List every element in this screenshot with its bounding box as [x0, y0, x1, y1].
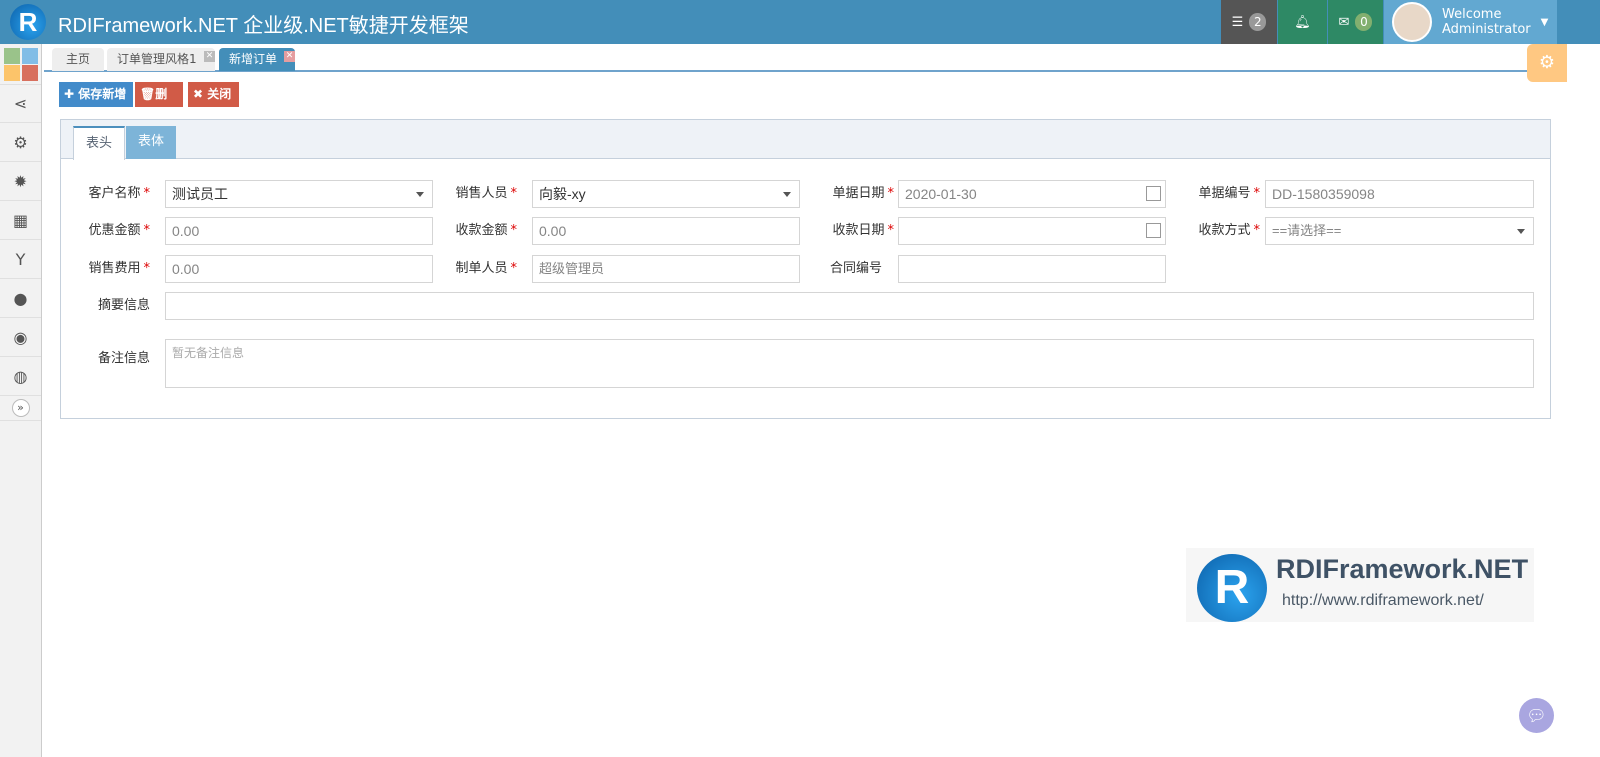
doc-date-input[interactable]: 2020-01-30: [898, 180, 1166, 208]
shortcut-orange[interactable]: [4, 65, 20, 81]
tasks-badge: 2: [1249, 13, 1267, 31]
top-navbar: R RDIFramework.NET 企业级.NET敏捷开发框架 ☰ 2 🔔︎ ✉…: [0, 0, 1600, 44]
customer-select[interactable]: 测试员工: [165, 180, 433, 208]
shortcut-green[interactable]: [4, 48, 20, 64]
filter-icon[interactable]: Y: [0, 240, 41, 279]
doc-no-label: 单据编号 *: [1198, 186, 1260, 201]
shortcut-blue[interactable]: [22, 48, 38, 64]
creator-label: 制单人员 *: [455, 261, 517, 276]
brand-logo: R: [10, 4, 46, 40]
close-button[interactable]: ✖ 关闭: [188, 82, 239, 107]
customer-label: 客户名称 *: [88, 186, 150, 201]
calendar-icon[interactable]: [1146, 186, 1161, 201]
close-icon[interactable]: ✕: [284, 51, 295, 62]
certificate-icon[interactable]: ✹: [0, 162, 41, 201]
shortcut-red[interactable]: [22, 65, 38, 81]
notifications-button[interactable]: 🔔︎: [1278, 0, 1327, 44]
doc-no-input[interactable]: DD-1580359098: [1265, 180, 1534, 208]
save-label: 保存新增: [78, 87, 127, 101]
tab-new-order[interactable]: 新增订单 ✕: [219, 48, 295, 71]
user-name: Administrator: [1442, 22, 1531, 37]
tab-body[interactable]: 表体: [126, 126, 177, 159]
pay-method-label: 收款方式 *: [1198, 223, 1260, 238]
cogs-icon[interactable]: ⚙: [0, 123, 41, 162]
eye-icon[interactable]: ◉: [0, 318, 41, 357]
save-new-button[interactable]: ✚ 保存新增: [59, 82, 133, 107]
tab-header[interactable]: 表头: [73, 126, 126, 160]
receive-date-label: 收款日期 *: [832, 223, 894, 238]
chevron-down-icon: [783, 192, 791, 197]
summary-input[interactable]: [165, 292, 1534, 320]
pay-method-select[interactable]: ==请选择==: [1265, 217, 1534, 245]
close-label: 关闭: [207, 87, 232, 101]
contract-no-input[interactable]: [898, 255, 1166, 283]
tab-order-style1[interactable]: 订单管理风格1 ✕: [107, 48, 215, 71]
summary-label: 摘要信息: [97, 298, 150, 313]
caret-down-icon: ▼: [1540, 16, 1549, 28]
chevron-down-icon: [1517, 229, 1525, 234]
discount-input[interactable]: 0.00: [165, 217, 433, 245]
salesperson-label: 销售人员 *: [455, 186, 517, 201]
avatar: [1392, 2, 1432, 42]
globe-icon[interactable]: ◍: [0, 357, 41, 396]
salesperson-select[interactable]: 向毅-xy: [532, 180, 800, 208]
contract-no-label: 合同编号: [829, 261, 882, 276]
watermark-name: RDIFramework.NET: [1276, 554, 1529, 584]
sales-cost-input[interactable]: 0.00: [165, 255, 433, 283]
app-title[interactable]: RDIFramework.NET 企业级.NET敏捷开发框架: [58, 9, 469, 38]
remark-label: 备注信息: [97, 351, 150, 366]
received-input[interactable]: 0.00: [532, 217, 800, 245]
calendar-icon[interactable]: ▦: [0, 201, 41, 240]
settings-gear-icon[interactable]: ⚙: [1527, 44, 1567, 82]
tab-label: 订单管理风格1: [117, 52, 197, 66]
tasks-button[interactable]: ☰ 2: [1221, 0, 1277, 44]
calendar-icon[interactable]: [1146, 223, 1161, 238]
page-tabs: 主页 订单管理风格1 ✕ 新增订单 ✕: [44, 48, 1552, 72]
received-label: 收款金额 *: [455, 223, 517, 238]
messages-button[interactable]: ✉ 0: [1328, 0, 1383, 44]
sales-cost-label: 销售费用 *: [88, 261, 150, 276]
receive-date-input[interactable]: [898, 217, 1166, 245]
watermark-url: http://www.rdiframework.net/: [1282, 592, 1484, 609]
discount-label: 优惠金额 *: [88, 223, 150, 238]
tab-label: 新增订单: [229, 52, 278, 66]
envelope-icon: ✉: [1338, 14, 1350, 30]
user-menu[interactable]: Welcome Administrator ▼: [1384, 0, 1557, 44]
welcome-label: Welcome: [1442, 7, 1502, 22]
doc-date-label: 单据日期 *: [832, 186, 894, 201]
remark-textarea[interactable]: 暂无备注信息: [165, 339, 1534, 388]
bell-icon: 🔔︎: [1294, 14, 1311, 30]
collapse-sidebar-icon[interactable]: »: [0, 396, 41, 421]
tab-home[interactable]: 主页: [52, 48, 104, 71]
tasks-icon: ☰: [1231, 14, 1244, 30]
watermark-logo: R RDIFramework.NET http://www.rdiframewo…: [1186, 548, 1534, 622]
creator-input[interactable]: 超级管理员: [532, 255, 800, 283]
close-icon[interactable]: ✕: [204, 51, 215, 62]
wechat-icon[interactable]: ●: [0, 279, 41, 318]
sidebar: ⋖ ⚙ ✹ ▦ Y ● ◉ ◍ »: [0, 44, 42, 757]
delete-button[interactable]: 🗑︎删除: [135, 82, 183, 126]
messages-badge: 0: [1355, 13, 1373, 31]
share-icon[interactable]: ⋖: [0, 84, 41, 123]
chat-bubble-icon[interactable]: 💬︎: [1519, 698, 1554, 733]
